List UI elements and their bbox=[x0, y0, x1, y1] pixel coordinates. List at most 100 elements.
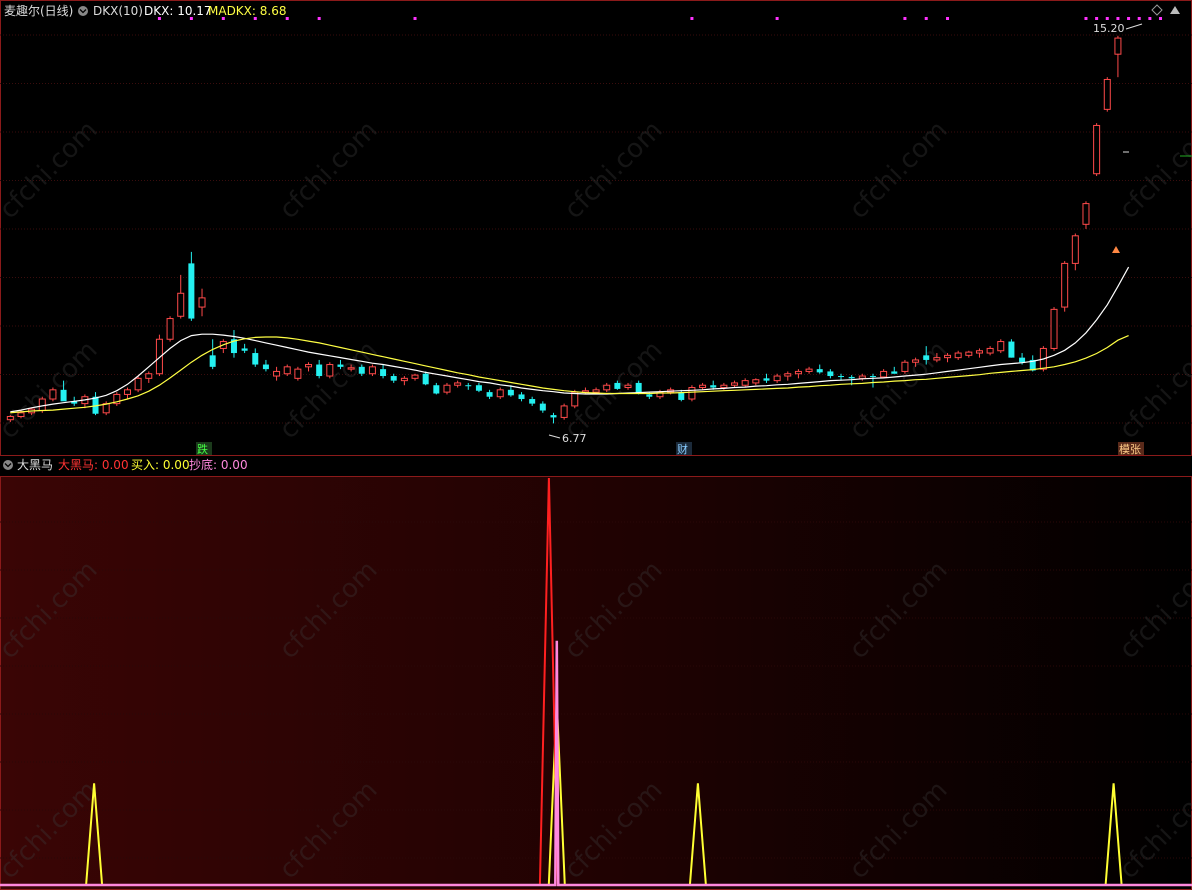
chaodi-value: 抄底: 0.00 bbox=[189, 457, 248, 472]
dropdown-icon[interactable] bbox=[78, 6, 88, 16]
candle-body bbox=[283, 366, 291, 375]
candle-body bbox=[60, 389, 67, 402]
candle-body bbox=[433, 385, 440, 394]
candle-body bbox=[326, 364, 334, 377]
candle-body bbox=[262, 364, 269, 370]
candle-body bbox=[198, 297, 206, 308]
madkx-value: MADKX: 8.68 bbox=[208, 4, 286, 18]
candle-body bbox=[592, 389, 600, 393]
candle-body bbox=[209, 355, 216, 367]
candle-body bbox=[411, 374, 419, 379]
candle-body bbox=[316, 364, 323, 377]
candle-body bbox=[923, 355, 930, 360]
candle-body bbox=[38, 398, 46, 412]
candle-body bbox=[678, 392, 685, 400]
candle-body bbox=[794, 370, 802, 375]
candle-body bbox=[624, 384, 632, 389]
candle-body bbox=[720, 384, 728, 389]
candle-body bbox=[731, 382, 739, 386]
candle-body bbox=[6, 415, 14, 421]
signal-dot bbox=[1137, 17, 1141, 20]
candle-body bbox=[699, 384, 707, 389]
high-price-label: 15.20 bbox=[1093, 22, 1125, 35]
candle-body bbox=[1008, 341, 1015, 358]
candle-body bbox=[347, 367, 355, 370]
dkx-value: DKX: 10.17 bbox=[144, 4, 212, 18]
candle-body bbox=[422, 373, 429, 385]
candle-body bbox=[997, 341, 1005, 352]
signal-dot bbox=[1127, 17, 1131, 20]
buy-value: 买入: 0.00 bbox=[131, 458, 190, 472]
candle-body bbox=[1082, 203, 1090, 225]
candle-body bbox=[688, 387, 696, 400]
signal-dot bbox=[317, 17, 321, 20]
signal-dot bbox=[924, 17, 928, 20]
signal-dot bbox=[1148, 17, 1152, 20]
tag-mozhang: 模张 bbox=[1119, 443, 1141, 456]
signal-dot bbox=[690, 17, 694, 20]
candle-body bbox=[529, 399, 536, 404]
candle-body bbox=[465, 385, 472, 387]
candle-body bbox=[805, 368, 813, 372]
candle-body bbox=[869, 376, 876, 378]
candle-body bbox=[986, 347, 994, 354]
signal-dot bbox=[1084, 17, 1088, 20]
candle-body bbox=[560, 405, 568, 418]
candle-body bbox=[816, 369, 823, 373]
candle-body bbox=[944, 354, 952, 359]
candle-body bbox=[773, 375, 781, 382]
tag-die: 跌 bbox=[197, 442, 208, 456]
candle-body bbox=[358, 366, 365, 374]
candle-body bbox=[741, 380, 749, 386]
tag-cai: 财 bbox=[677, 442, 688, 456]
signal-dot bbox=[1095, 17, 1099, 20]
candle-body bbox=[891, 371, 898, 374]
candle-body bbox=[475, 385, 482, 391]
candle-body bbox=[550, 415, 557, 418]
candle-body bbox=[858, 375, 866, 379]
signal-dot bbox=[413, 17, 417, 20]
candle-body bbox=[390, 376, 397, 381]
candle-body bbox=[614, 382, 621, 389]
indicator-name[interactable]: DKX(10) bbox=[93, 4, 143, 18]
candle-body bbox=[838, 376, 845, 378]
candle-body bbox=[763, 378, 770, 381]
candle-body bbox=[496, 389, 504, 398]
signal-dot bbox=[1105, 17, 1109, 20]
candle-body bbox=[1019, 357, 1026, 363]
candle-body bbox=[975, 350, 983, 354]
candle-body bbox=[188, 263, 195, 319]
candle-body bbox=[933, 357, 941, 361]
candle-body bbox=[380, 369, 387, 377]
candle-body bbox=[177, 292, 185, 317]
candle-body bbox=[145, 373, 153, 379]
candle-body bbox=[784, 373, 792, 377]
signal-dot bbox=[946, 17, 950, 20]
signal-dot bbox=[1159, 17, 1163, 20]
signal-dot bbox=[775, 17, 779, 20]
dahema-value: 大黑马: 0.00 bbox=[58, 458, 129, 472]
candle-body bbox=[518, 394, 525, 400]
lower-dropdown-icon[interactable] bbox=[3, 460, 13, 470]
candle-body bbox=[603, 384, 611, 391]
candle-body bbox=[486, 392, 493, 397]
lower-indicator-name[interactable]: 大黑马 bbox=[17, 458, 53, 472]
candle-body bbox=[252, 353, 259, 365]
stock-name[interactable]: 麦趣尔(日线) bbox=[4, 3, 73, 18]
stock-chart: cfchi.com cfchi.com cfchi.com cfchi.com … bbox=[0, 0, 1192, 890]
candle-body bbox=[294, 368, 302, 379]
candle-body bbox=[454, 382, 462, 386]
candle-body bbox=[954, 352, 962, 359]
candle-body bbox=[507, 389, 514, 396]
candle-body bbox=[273, 370, 281, 377]
candle-body bbox=[123, 389, 131, 395]
candle-body bbox=[1093, 124, 1101, 175]
candle-body bbox=[912, 359, 920, 363]
candle-body bbox=[400, 377, 408, 382]
signal-dot bbox=[1116, 17, 1120, 20]
candle-body bbox=[17, 412, 25, 417]
candle-body bbox=[965, 351, 973, 356]
signal-dot bbox=[903, 17, 907, 20]
candle-body bbox=[241, 348, 248, 351]
candle-body bbox=[827, 371, 834, 377]
